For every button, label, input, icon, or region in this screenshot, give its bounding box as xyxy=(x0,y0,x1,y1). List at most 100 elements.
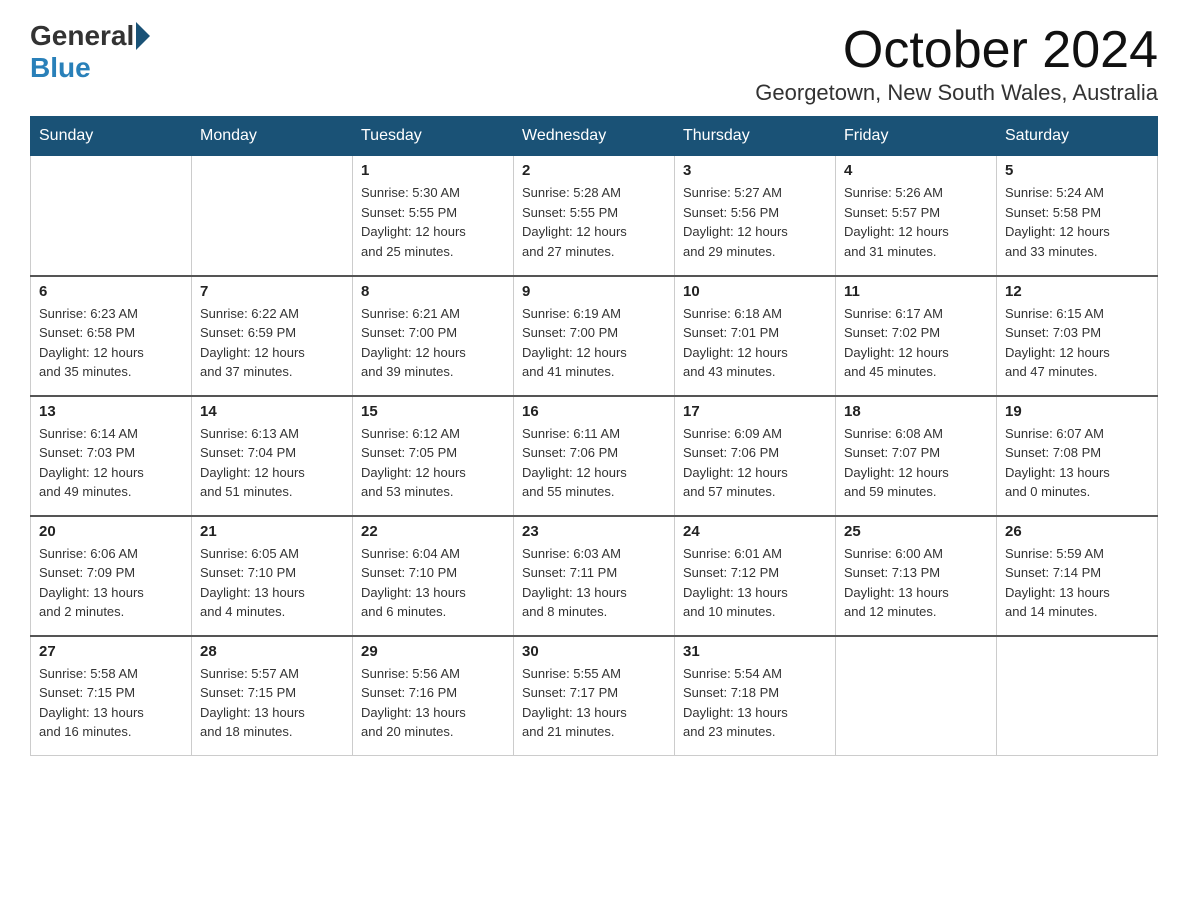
day-number: 14 xyxy=(200,403,344,420)
calendar-cell: 25 Sunrise: 6:00 AMSunset: 7:13 PMDayligh… xyxy=(836,516,997,636)
header: General Blue October 2024 Georgetown, Ne… xyxy=(30,20,1158,106)
day-header-sunday: Sunday xyxy=(31,117,192,156)
day-header-thursday: Thursday xyxy=(675,117,836,156)
calendar-cell: 31 Sunrise: 5:54 AMSunset: 7:18 PMDayligh… xyxy=(675,636,836,756)
calendar-week-row: 6 Sunrise: 6:23 AMSunset: 6:58 PMDaylight… xyxy=(31,276,1158,396)
day-info: Sunrise: 6:07 AMSunset: 7:08 PMDaylight:… xyxy=(1005,424,1149,502)
logo-triangle-icon xyxy=(136,22,150,50)
day-info: Sunrise: 6:01 AMSunset: 7:12 PMDaylight:… xyxy=(683,544,827,622)
day-header-friday: Friday xyxy=(836,117,997,156)
day-info: Sunrise: 6:11 AMSunset: 7:06 PMDaylight:… xyxy=(522,424,666,502)
day-info: Sunrise: 6:06 AMSunset: 7:09 PMDaylight:… xyxy=(39,544,183,622)
calendar-cell: 19Sunrise: 6:07 AMSunset: 7:08 PMDayligh… xyxy=(997,396,1158,516)
day-number: 12 xyxy=(1005,283,1149,300)
day-info: Sunrise: 6:13 AMSunset: 7:04 PMDaylight:… xyxy=(200,424,344,502)
day-info: Sunrise: 6:04 AMSunset: 7:10 PMDaylight:… xyxy=(361,544,505,622)
day-number: 18 xyxy=(844,403,988,420)
day-info: Sunrise: 6:00 AMSunset: 7:13 PMDaylight:… xyxy=(844,544,988,622)
calendar-cell xyxy=(997,636,1158,756)
calendar-cell: 28 Sunrise: 5:57 AMSunset: 7:15 PMDayligh… xyxy=(192,636,353,756)
day-info: Sunrise: 6:05 AMSunset: 7:10 PMDaylight:… xyxy=(200,544,344,622)
day-number: 8 xyxy=(361,283,505,300)
calendar-cell: 15 Sunrise: 6:12 AMSunset: 7:05 PMDayligh… xyxy=(353,396,514,516)
calendar-cell: 5Sunrise: 5:24 AMSunset: 5:58 PMDaylight… xyxy=(997,156,1158,276)
day-number: 7 xyxy=(200,283,344,300)
calendar-cell: 18 Sunrise: 6:08 AMSunset: 7:07 PMDayligh… xyxy=(836,396,997,516)
day-number: 3 xyxy=(683,162,827,179)
calendar-cell: 29 Sunrise: 5:56 AMSunset: 7:16 PMDayligh… xyxy=(353,636,514,756)
calendar-week-row: 20Sunrise: 6:06 AMSunset: 7:09 PMDayligh… xyxy=(31,516,1158,636)
calendar-cell xyxy=(31,156,192,276)
day-info: Sunrise: 6:17 AMSunset: 7:02 PMDaylight:… xyxy=(844,304,988,382)
day-info: Sunrise: 6:19 AMSunset: 7:00 PMDaylight:… xyxy=(522,304,666,382)
day-number: 31 xyxy=(683,643,827,660)
calendar-cell: 3 Sunrise: 5:27 AMSunset: 5:56 PMDaylight… xyxy=(675,156,836,276)
day-number: 9 xyxy=(522,283,666,300)
day-number: 27 xyxy=(39,643,183,660)
calendar-cell: 20Sunrise: 6:06 AMSunset: 7:09 PMDayligh… xyxy=(31,516,192,636)
day-number: 1 xyxy=(361,162,505,179)
calendar-cell: 17Sunrise: 6:09 AMSunset: 7:06 PMDayligh… xyxy=(675,396,836,516)
main-title: October 2024 xyxy=(755,20,1158,80)
calendar-cell: 10Sunrise: 6:18 AMSunset: 7:01 PMDayligh… xyxy=(675,276,836,396)
day-number: 10 xyxy=(683,283,827,300)
day-info: Sunrise: 5:54 AMSunset: 7:18 PMDaylight:… xyxy=(683,664,827,742)
calendar-cell: 16 Sunrise: 6:11 AMSunset: 7:06 PMDayligh… xyxy=(514,396,675,516)
logo-general: General xyxy=(30,20,134,52)
calendar-table: SundayMondayTuesdayWednesdayThursdayFrid… xyxy=(30,116,1158,756)
calendar-week-row: 13 Sunrise: 6:14 AMSunset: 7:03 PMDayligh… xyxy=(31,396,1158,516)
day-header-wednesday: Wednesday xyxy=(514,117,675,156)
day-number: 4 xyxy=(844,162,988,179)
day-info: Sunrise: 5:59 AMSunset: 7:14 PMDaylight:… xyxy=(1005,544,1149,622)
calendar-cell: 21 Sunrise: 6:05 AMSunset: 7:10 PMDayligh… xyxy=(192,516,353,636)
day-number: 24 xyxy=(683,523,827,540)
day-number: 26 xyxy=(1005,523,1149,540)
day-number: 15 xyxy=(361,403,505,420)
logo-blue: Blue xyxy=(30,52,91,83)
calendar-cell: 27 Sunrise: 5:58 AMSunset: 7:15 PMDayligh… xyxy=(31,636,192,756)
calendar-cell: 24 Sunrise: 6:01 AMSunset: 7:12 PMDayligh… xyxy=(675,516,836,636)
day-info: Sunrise: 6:23 AMSunset: 6:58 PMDaylight:… xyxy=(39,304,183,382)
logo: General Blue xyxy=(30,20,152,84)
day-header-monday: Monday xyxy=(192,117,353,156)
calendar-cell: 4 Sunrise: 5:26 AMSunset: 5:57 PMDaylight… xyxy=(836,156,997,276)
day-info: Sunrise: 5:57 AMSunset: 7:15 PMDaylight:… xyxy=(200,664,344,742)
calendar-cell: 9 Sunrise: 6:19 AMSunset: 7:00 PMDaylight… xyxy=(514,276,675,396)
calendar-cell: 26 Sunrise: 5:59 AMSunset: 7:14 PMDayligh… xyxy=(997,516,1158,636)
day-info: Sunrise: 5:56 AMSunset: 7:16 PMDaylight:… xyxy=(361,664,505,742)
day-number: 22 xyxy=(361,523,505,540)
day-number: 13 xyxy=(39,403,183,420)
day-number: 11 xyxy=(844,283,988,300)
day-info: Sunrise: 6:14 AMSunset: 7:03 PMDaylight:… xyxy=(39,424,183,502)
calendar-week-row: 27 Sunrise: 5:58 AMSunset: 7:15 PMDayligh… xyxy=(31,636,1158,756)
day-number: 28 xyxy=(200,643,344,660)
day-info: Sunrise: 6:21 AMSunset: 7:00 PMDaylight:… xyxy=(361,304,505,382)
calendar-cell: 23 Sunrise: 6:03 AMSunset: 7:11 PMDayligh… xyxy=(514,516,675,636)
calendar-cell: 1 Sunrise: 5:30 AMSunset: 5:55 PMDaylight… xyxy=(353,156,514,276)
day-number: 23 xyxy=(522,523,666,540)
calendar-week-row: 1 Sunrise: 5:30 AMSunset: 5:55 PMDaylight… xyxy=(31,156,1158,276)
calendar-cell xyxy=(192,156,353,276)
calendar-cell: 6 Sunrise: 6:23 AMSunset: 6:58 PMDaylight… xyxy=(31,276,192,396)
day-number: 6 xyxy=(39,283,183,300)
day-info: Sunrise: 6:08 AMSunset: 7:07 PMDaylight:… xyxy=(844,424,988,502)
day-header-tuesday: Tuesday xyxy=(353,117,514,156)
calendar-cell: 14 Sunrise: 6:13 AMSunset: 7:04 PMDayligh… xyxy=(192,396,353,516)
location-subtitle: Georgetown, New South Wales, Australia xyxy=(755,80,1158,106)
day-info: Sunrise: 6:03 AMSunset: 7:11 PMDaylight:… xyxy=(522,544,666,622)
day-info: Sunrise: 5:58 AMSunset: 7:15 PMDaylight:… xyxy=(39,664,183,742)
day-info: Sunrise: 6:15 AMSunset: 7:03 PMDaylight:… xyxy=(1005,304,1149,382)
calendar-cell: 7Sunrise: 6:22 AMSunset: 6:59 PMDaylight… xyxy=(192,276,353,396)
day-info: Sunrise: 5:26 AMSunset: 5:57 PMDaylight:… xyxy=(844,183,988,261)
day-info: Sunrise: 5:30 AMSunset: 5:55 PMDaylight:… xyxy=(361,183,505,261)
day-number: 25 xyxy=(844,523,988,540)
calendar-cell: 13 Sunrise: 6:14 AMSunset: 7:03 PMDayligh… xyxy=(31,396,192,516)
day-info: Sunrise: 5:27 AMSunset: 5:56 PMDaylight:… xyxy=(683,183,827,261)
day-number: 21 xyxy=(200,523,344,540)
day-number: 29 xyxy=(361,643,505,660)
day-number: 16 xyxy=(522,403,666,420)
calendar-cell: 8 Sunrise: 6:21 AMSunset: 7:00 PMDaylight… xyxy=(353,276,514,396)
day-info: Sunrise: 5:55 AMSunset: 7:17 PMDaylight:… xyxy=(522,664,666,742)
day-info: Sunrise: 6:12 AMSunset: 7:05 PMDaylight:… xyxy=(361,424,505,502)
day-number: 30 xyxy=(522,643,666,660)
